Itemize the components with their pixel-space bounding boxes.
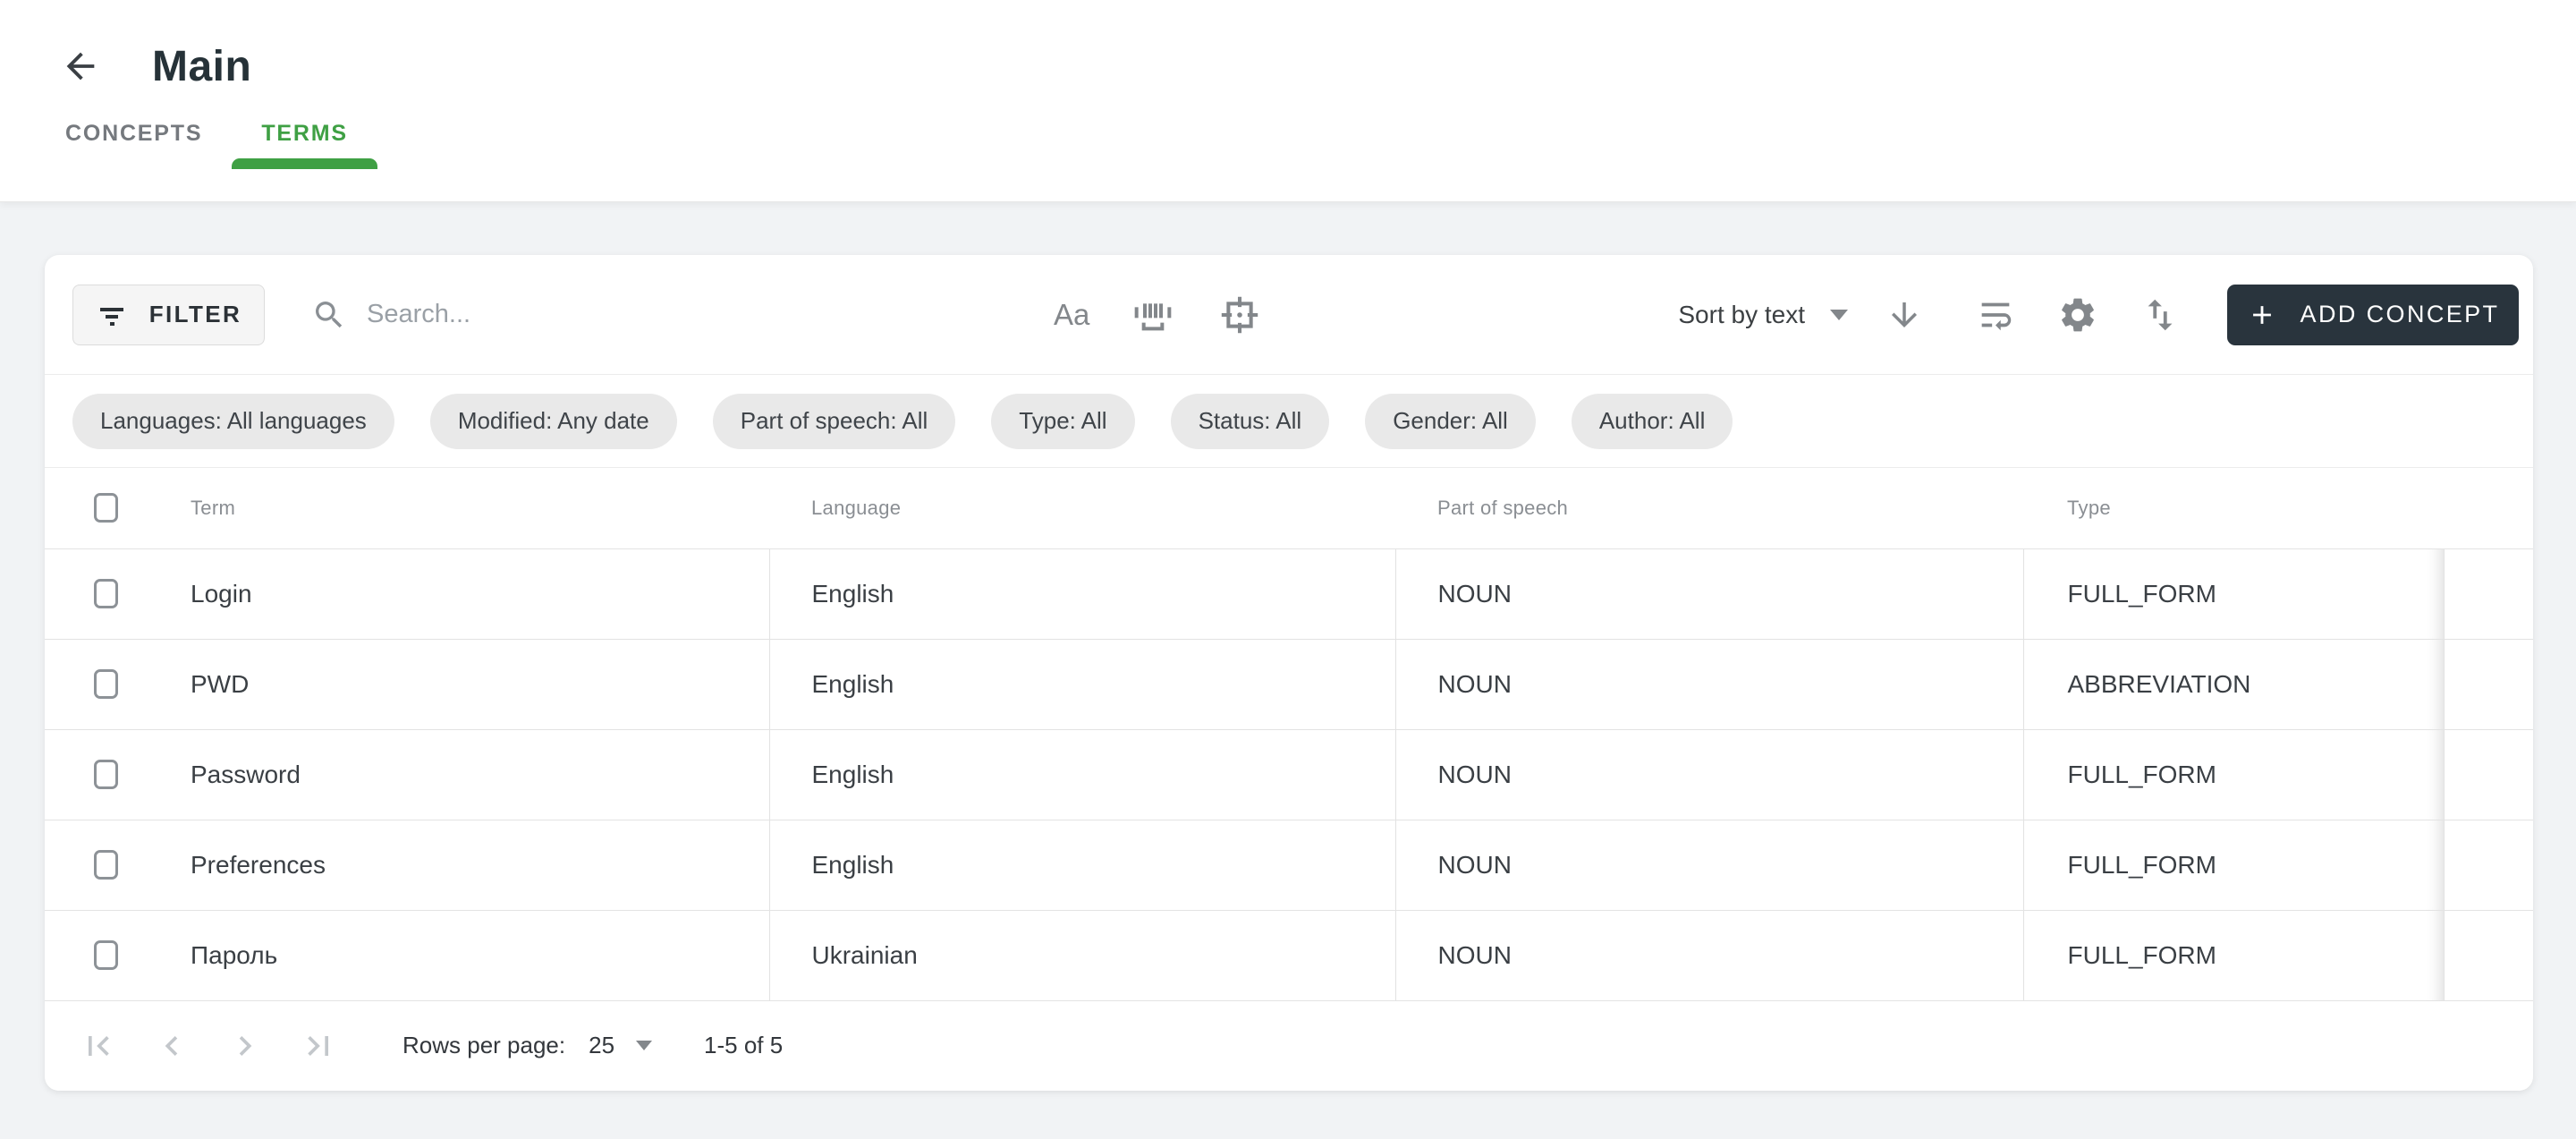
add-concept-label: ADD CONCEPT	[2301, 301, 2500, 328]
row-checkbox[interactable]	[94, 669, 118, 699]
rows-per-page-label: Rows per page:	[402, 1032, 565, 1059]
table-row[interactable]: Login English NOUN FULL_FORM	[45, 548, 2533, 639]
next-page-icon[interactable]	[225, 1026, 265, 1066]
tab-terms-label: TERMS	[261, 121, 348, 147]
part-of-speech-cell: NOUN	[1395, 548, 2023, 639]
term-cell: Preferences	[191, 851, 326, 880]
type-cell: FULL_FORM	[2023, 548, 2444, 639]
page-range-label: 1-5 of 5	[704, 1032, 783, 1059]
tab-bar: CONCEPTS TERMS	[36, 98, 2576, 168]
filter-chip[interactable]: Author: All	[1572, 394, 1733, 449]
table-row[interactable]: Password English NOUN FULL_FORM	[45, 729, 2533, 820]
sort-direction-down-icon[interactable]	[1885, 296, 1923, 334]
focus-frame-icon[interactable]	[1218, 293, 1261, 336]
part-of-speech-cell: NOUN	[1395, 820, 2023, 910]
whole-word-icon[interactable]	[1132, 296, 1175, 334]
search-input[interactable]	[367, 300, 1046, 329]
plus-icon	[2247, 300, 2277, 330]
rows-per-page-value[interactable]: 25	[589, 1032, 614, 1059]
filter-chip[interactable]: Languages: All languages	[72, 394, 394, 449]
search-option-icons: Aa	[1054, 293, 1261, 336]
tab-concepts-label: CONCEPTS	[65, 121, 202, 147]
tab-terms[interactable]: TERMS	[232, 98, 377, 168]
pagination-bar: Rows per page: 25 1-5 of 5	[45, 1001, 2533, 1091]
sort-caret-icon	[1830, 310, 1848, 320]
language-cell: English	[769, 639, 1395, 729]
filter-chip[interactable]: Modified: Any date	[430, 394, 677, 449]
settings-gear-icon[interactable]	[2057, 294, 2098, 336]
row-checkbox[interactable]	[94, 579, 118, 608]
table-header-row: Term Language Part of speech Type	[45, 468, 2533, 548]
part-of-speech-cell: NOUN	[1395, 729, 2023, 820]
row-checkbox[interactable]	[94, 940, 118, 970]
app-header: Main CONCEPTS TERMS	[0, 0, 2576, 202]
filter-chip[interactable]: Part of speech: All	[713, 394, 956, 449]
filter-chip[interactable]: Gender: All	[1365, 394, 1536, 449]
table-row[interactable]: Preferences English NOUN FULL_FORM	[45, 820, 2533, 910]
last-page-icon[interactable]	[299, 1026, 338, 1066]
filter-chip[interactable]: Type: All	[991, 394, 1134, 449]
type-cell: FULL_FORM	[2023, 820, 2444, 910]
row-checkbox[interactable]	[94, 760, 118, 789]
table-row[interactable]: PWD English NOUN ABBREVIATION	[45, 639, 2533, 729]
language-cell: English	[769, 820, 1395, 910]
type-cell: FULL_FORM	[2023, 910, 2444, 1000]
add-concept-button[interactable]: ADD CONCEPT	[2227, 285, 2519, 345]
table-body: Login English NOUN FULL_FORM PWD English…	[45, 548, 2533, 1000]
back-button[interactable]	[59, 45, 102, 88]
select-all-checkbox[interactable]	[94, 493, 118, 523]
term-cell: Пароль	[191, 941, 277, 970]
toolbar: FILTER Aa	[45, 255, 2533, 375]
swap-vert-icon[interactable]	[2140, 294, 2181, 336]
search-icon	[311, 297, 347, 333]
terms-table: Term Language Part of speech Type Login …	[45, 468, 2533, 1001]
part-of-speech-cell: NOUN	[1395, 910, 2023, 1000]
page-title: Main	[152, 42, 251, 91]
type-cell: ABBREVIATION	[2023, 639, 2444, 729]
filter-chips: Languages: All languages Modified: Any da…	[45, 375, 2533, 468]
language-cell: Ukrainian	[769, 910, 1395, 1000]
first-page-icon[interactable]	[79, 1026, 118, 1066]
filter-chip[interactable]: Status: All	[1171, 394, 1330, 449]
tab-concepts[interactable]: CONCEPTS	[36, 98, 232, 168]
terms-card: FILTER Aa	[45, 255, 2533, 1091]
active-tab-indicator	[232, 158, 377, 169]
language-cell: English	[769, 729, 1395, 820]
column-header-part-of-speech: Part of speech	[1395, 468, 2023, 548]
type-cell: FULL_FORM	[2023, 729, 2444, 820]
match-case-icon[interactable]: Aa	[1054, 300, 1089, 329]
sort-select[interactable]: Sort by text	[1678, 296, 1923, 334]
sort-label: Sort by text	[1678, 301, 1805, 329]
rows-per-page-caret-icon[interactable]	[636, 1041, 652, 1050]
filter-icon	[96, 302, 128, 328]
term-cell: PWD	[191, 670, 249, 699]
column-header-type: Type	[2023, 468, 2444, 548]
back-arrow-icon	[60, 46, 101, 87]
row-checkbox[interactable]	[94, 850, 118, 880]
search-box	[311, 297, 1046, 333]
term-cell: Password	[191, 761, 301, 789]
column-header-language: Language	[769, 468, 1395, 548]
term-cell: Login	[191, 580, 252, 608]
language-cell: English	[769, 548, 1395, 639]
table-row[interactable]: Пароль Ukrainian NOUN FULL_FORM	[45, 910, 2533, 1000]
filter-button[interactable]: FILTER	[72, 285, 265, 345]
wrap-text-icon[interactable]	[1975, 294, 2016, 336]
column-header-term: Term	[191, 497, 235, 520]
table-action-icons	[1975, 294, 2181, 336]
filter-button-label: FILTER	[149, 301, 242, 328]
prev-page-icon[interactable]	[152, 1026, 191, 1066]
part-of-speech-cell: NOUN	[1395, 639, 2023, 729]
